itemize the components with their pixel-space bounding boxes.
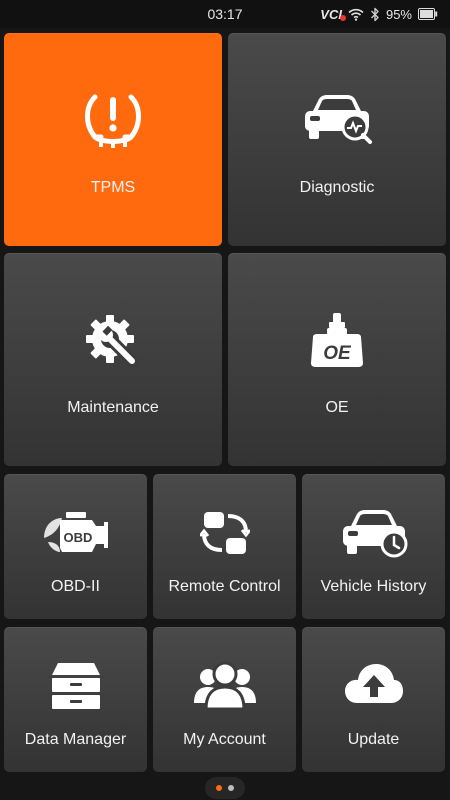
tile-update[interactable]: Update [302,627,445,772]
battery-percent: 95% [385,6,412,22]
page-dot[interactable] [228,785,234,791]
svg-text:OE: OE [323,343,352,364]
bluetooth-icon [370,7,379,21]
vci-disconnected-icon: VCI [320,7,346,22]
engine-obd-icon: OBD [43,512,108,552]
tile-remote-control[interactable]: Remote Control [153,474,296,619]
tile-data-manager[interactable]: Data Manager [4,627,147,772]
tile-label: Diagnostic [299,179,375,196]
remote-control-icon [199,512,250,554]
tile-label: OBD-II [51,578,100,595]
svg-text:OBD: OBD [63,530,92,545]
battery-icon [418,8,438,20]
tile-diagnostic[interactable]: Diagnostic [228,33,446,246]
tile-label: Vehicle History [320,578,427,595]
car-diagnostic-icon [305,95,372,144]
tile-label: TPMS [90,179,136,196]
tile-maintenance[interactable]: Maintenance [4,253,222,466]
cabinet-icon [51,663,100,709]
tile-label: Remote Control [168,578,281,595]
tile-label: My Account [183,731,266,748]
tire-pressure-warning-icon [85,94,141,148]
oe-sensor-icon: OE [311,313,363,367]
gear-wrench-icon [86,315,138,367]
tile-oe[interactable]: OE OE [228,253,446,466]
car-history-icon [342,510,407,558]
status-icons: VCI 95% [320,5,438,23]
tile-label: Maintenance [67,399,159,416]
tile-label: Data Manager [24,731,127,748]
tile-vehicle-history[interactable]: Vehicle History [302,474,445,619]
tile-obd-ii[interactable]: OBD OBD-II [4,474,147,619]
cloud-upload-icon [344,664,403,703]
wifi-icon [348,8,364,21]
tile-label: OE [325,399,349,416]
tile-tpms[interactable]: TPMS [4,33,222,246]
users-icon [193,661,256,711]
status-bar: 03:17 VCI 95% [0,0,450,28]
tile-my-account[interactable]: My Account [153,627,296,772]
page-indicator[interactable] [205,777,245,799]
page-dot-active[interactable] [216,785,222,791]
tile-label: Update [347,731,400,748]
